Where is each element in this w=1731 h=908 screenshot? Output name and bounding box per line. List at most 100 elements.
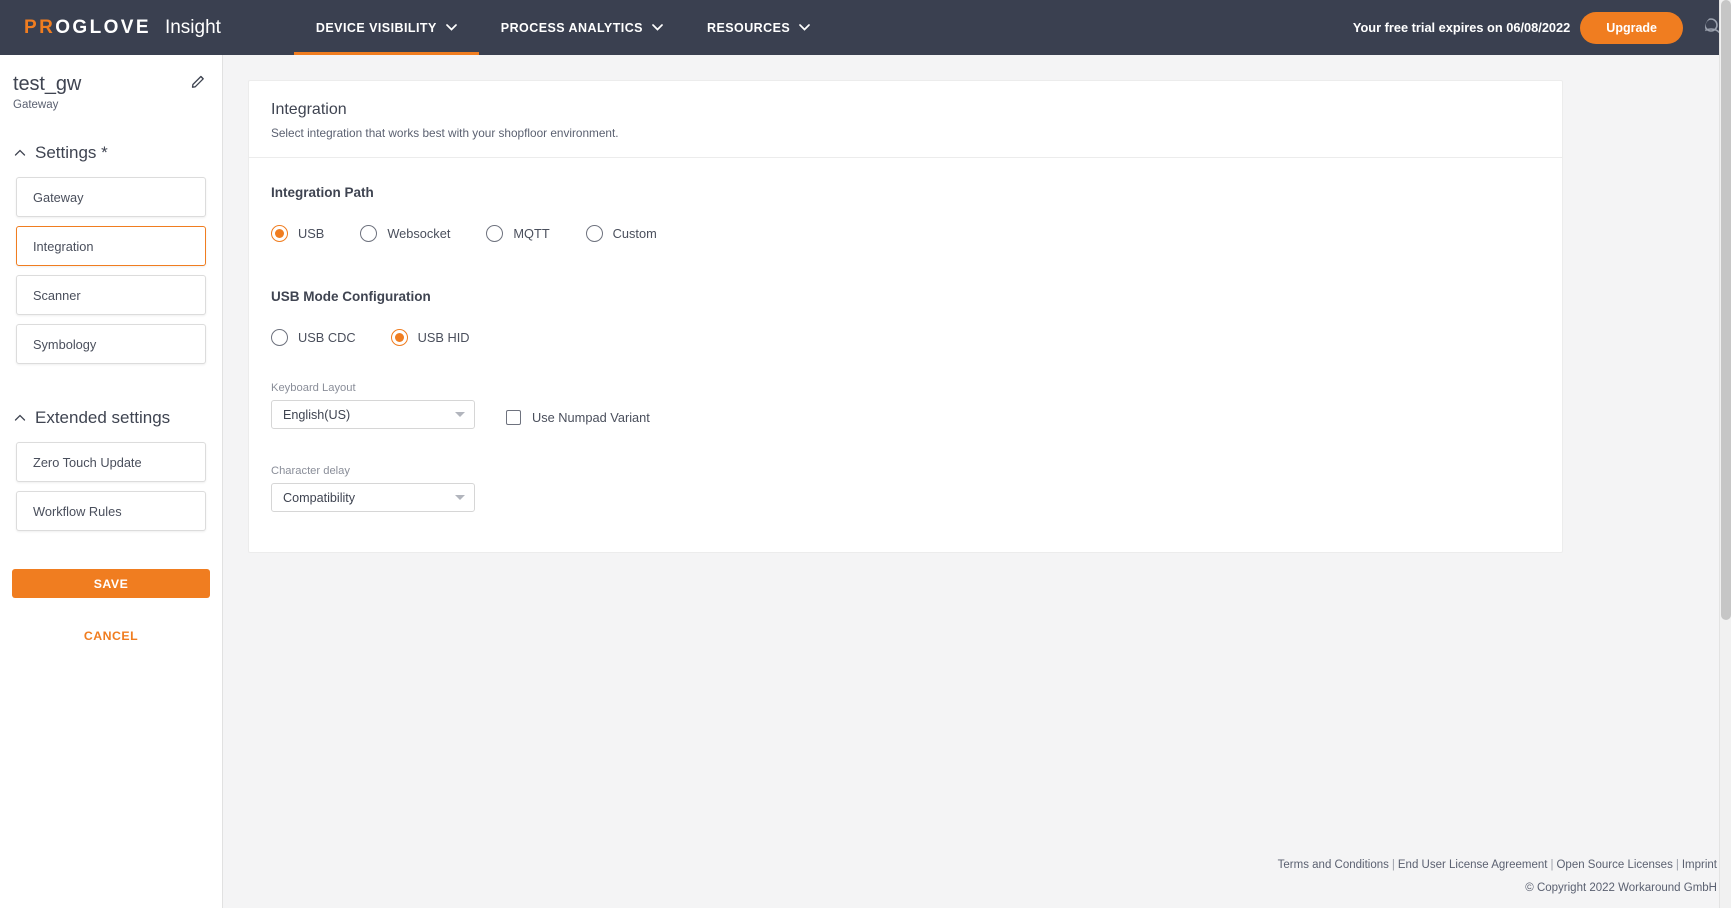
character-delay-field: Character delay Compatibility — [271, 465, 1540, 512]
radio-option-mqtt[interactable]: MQTT — [486, 225, 550, 242]
save-button[interactable]: SAVE — [12, 569, 210, 598]
nav-item-resources[interactable]: RESOURCES — [685, 0, 832, 55]
footer-link-eula[interactable]: End User License Agreement — [1398, 859, 1548, 871]
sidebar: test_gw Gateway Settings * Gateway Integ… — [0, 55, 223, 908]
pencil-icon[interactable] — [190, 74, 208, 92]
sidebar-item-integration[interactable]: Integration — [16, 226, 206, 266]
trial-expiry-text: Your free trial expires on 06/08/2022 — [1352, 20, 1571, 35]
sidebar-item-symbology[interactable]: Symbology — [16, 324, 206, 364]
nav-item-device-visibility-label: DEVICE VISIBILITY — [315, 20, 437, 35]
sidebar-item-zero-touch-update-label: Zero Touch Update — [33, 454, 142, 470]
page-subtitle: Select integration that works best with … — [271, 126, 619, 140]
footer-separator: | — [1675, 859, 1679, 871]
chevron-down-icon — [799, 24, 811, 31]
sidebar-item-scanner-label: Scanner — [33, 287, 81, 303]
sidebar-item-gateway[interactable]: Gateway — [16, 177, 206, 217]
sidebar-section-settings: Settings * Gateway Integration Scanner S… — [0, 143, 222, 364]
footer-separator: | — [1550, 859, 1554, 871]
radio-option-websocket-label: Websocket — [387, 226, 451, 241]
brand-proglove-wordmark: PROGLOVE — [24, 16, 151, 38]
device-type: Gateway — [13, 99, 59, 111]
sidebar-item-scanner[interactable]: Scanner — [16, 275, 206, 315]
brand-logo[interactable]: PROGLOVE Insight — [24, 17, 221, 39]
radio-option-usb-cdc-label: USB CDC — [298, 330, 356, 345]
radio-option-usb[interactable]: USB — [271, 225, 324, 242]
nav-item-process-analytics-label: PROCESS ANALYTICS — [500, 20, 643, 35]
upgrade-button[interactable]: Upgrade — [1580, 11, 1683, 44]
radio-option-usb-hid-label: USB HID — [417, 330, 470, 345]
sidebar-extended-list: Zero Touch Update Workflow Rules — [0, 442, 222, 531]
sidebar-actions: SAVE CANCEL — [0, 569, 222, 644]
device-name: test_gw — [13, 73, 82, 95]
page-scrollbar-thumb[interactable] — [1721, 0, 1731, 620]
footer-links: Terms and Conditions | End User License Ag… — [1278, 859, 1717, 871]
footer-copyright: © Copyright 2022 Workaround GmbH — [1525, 882, 1717, 894]
sidebar-section-extended-title: Extended settings — [35, 408, 171, 427]
main-content: Integration Select integration that work… — [224, 55, 1731, 908]
page-scrollbar[interactable] — [1719, 0, 1731, 908]
footer-link-imprint[interactable]: Imprint — [1682, 859, 1717, 871]
radio-usb-cdc-indicator[interactable] — [271, 329, 288, 346]
footer-link-open-source[interactable]: Open Source Licenses — [1556, 859, 1672, 871]
keyboard-layout-row: Keyboard Layout English(US) Use Numpad V… — [271, 382, 1540, 429]
use-numpad-variant-label: Use Numpad Variant — [532, 410, 650, 425]
keyboard-layout-select[interactable]: English(US) — [271, 400, 475, 429]
topbar-right-group: Your free trial expires on 06/08/2022 Up… — [1352, 11, 1731, 44]
radio-usb-indicator[interactable] — [271, 225, 288, 242]
sidebar-item-zero-touch-update[interactable]: Zero Touch Update — [16, 442, 206, 482]
nav-item-process-analytics[interactable]: PROCESS ANALYTICS — [479, 0, 685, 55]
use-numpad-variant-checkbox[interactable] — [506, 410, 521, 425]
sidebar-item-workflow-rules[interactable]: Workflow Rules — [16, 491, 206, 531]
main-nav: DEVICE VISIBILITY PROCESS ANALYTICS RESO… — [293, 0, 832, 55]
keyboard-layout-label: Keyboard Layout — [271, 382, 356, 394]
sidebar-header: test_gw Gateway — [0, 55, 222, 111]
usb-mode-title: USB Mode Configuration — [271, 289, 431, 304]
radio-option-websocket[interactable]: Websocket — [360, 225, 450, 242]
radio-option-usb-label: USB — [298, 226, 325, 241]
page-title: Integration — [271, 101, 347, 118]
chevron-down-icon — [445, 24, 457, 31]
radio-option-usb-cdc[interactable]: USB CDC — [271, 329, 356, 346]
character-delay-label: Character delay — [271, 465, 350, 477]
sidebar-item-symbology-label: Symbology — [33, 336, 97, 352]
integration-path-radio-group: USB Websocket MQTT Custom — [271, 225, 1540, 242]
sidebar-section-settings-header[interactable]: Settings * — [0, 143, 222, 163]
sidebar-settings-list: Gateway Integration Scanner Symbology — [0, 177, 222, 364]
sidebar-section-settings-title: Settings * — [35, 143, 108, 162]
nav-item-resources-label: RESOURCES — [706, 20, 791, 35]
cancel-button[interactable]: CANCEL — [12, 628, 210, 644]
sidebar-item-gateway-label: Gateway — [33, 189, 84, 205]
footer-link-terms[interactable]: Terms and Conditions — [1278, 859, 1389, 871]
sidebar-item-integration-label: Integration — [33, 238, 94, 254]
integration-path-title: Integration Path — [271, 185, 374, 200]
character-delay-select[interactable]: Compatibility — [271, 483, 475, 512]
sidebar-section-extended-header[interactable]: Extended settings — [0, 408, 222, 428]
integration-card-body: Integration Path USB Websocket MQTT Cust… — [249, 158, 1562, 552]
footer: Terms and Conditions | End User License Ag… — [1278, 859, 1717, 894]
app-root: PROGLOVE Insight DEVICE VISIBILITY PROCE… — [0, 0, 1731, 908]
radio-option-custom[interactable]: Custom — [585, 225, 657, 242]
radio-option-mqtt-label: MQTT — [513, 226, 550, 241]
sidebar-item-workflow-rules-label: Workflow Rules — [33, 503, 122, 519]
integration-card-header: Integration Select integration that work… — [249, 81, 1562, 158]
radio-websocket-indicator[interactable] — [360, 225, 378, 242]
radio-usb-hid-indicator[interactable] — [390, 329, 408, 346]
integration-card: Integration Select integration that work… — [248, 80, 1563, 553]
chevron-down-icon — [455, 495, 465, 500]
radio-custom-indicator[interactable] — [585, 225, 603, 242]
keyboard-layout-field: Keyboard Layout English(US) — [271, 382, 475, 429]
radio-option-usb-hid[interactable]: USB HID — [390, 329, 470, 346]
radio-option-custom-label: Custom — [612, 226, 657, 241]
usb-mode-radio-group: USB CDC USB HID — [271, 329, 1540, 346]
brand-product-name: Insight — [164, 16, 221, 38]
chevron-up-icon — [13, 411, 27, 425]
sidebar-section-extended-settings: Extended settings Zero Touch Update Work… — [0, 408, 222, 531]
chevron-down-icon — [455, 412, 465, 417]
keyboard-layout-value: English(US) — [283, 407, 351, 422]
chevron-up-icon — [13, 146, 27, 160]
radio-mqtt-indicator[interactable] — [486, 225, 504, 242]
use-numpad-variant-checkbox-wrap[interactable]: Use Numpad Variant — [506, 410, 650, 425]
chevron-down-icon — [652, 24, 663, 31]
footer-separator: | — [1391, 859, 1395, 871]
nav-item-device-visibility[interactable]: DEVICE VISIBILITY — [293, 0, 479, 55]
